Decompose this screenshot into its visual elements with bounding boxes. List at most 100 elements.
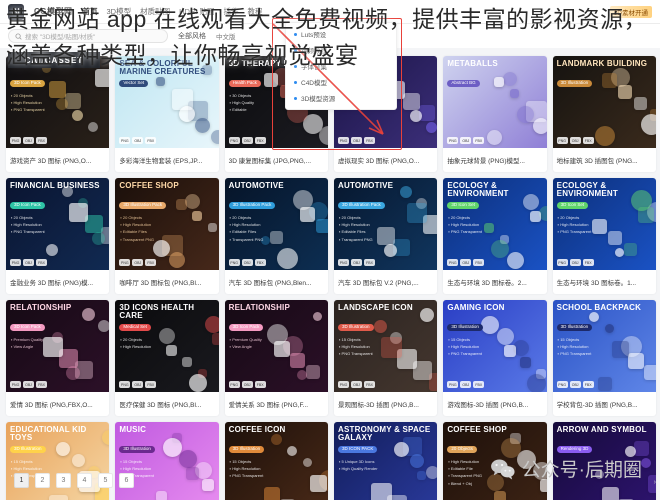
card-thumbnail[interactable]: COFFEE SHOP 3D Illustration Pack 20 Object… <box>115 178 219 270</box>
thumbnail-subtitle: 3D Illustration <box>556 80 593 87</box>
thumbnail-decoration <box>507 252 525 269</box>
card-caption[interactable]: 景观图标-3D 插图 (PNG,B... <box>334 392 437 416</box>
thumbnail-decoration <box>643 365 656 380</box>
card-caption[interactable]: 虚拟现实 3D 图标 (PNG,O... <box>334 148 437 172</box>
card-caption[interactable]: 游戏图标-3D 插图 (PNG,B... <box>443 392 546 416</box>
product-card[interactable]: Landscape Icon 3D Illustration 15 ObjectsH… <box>334 300 438 416</box>
thumbnail-feature-list: 5 Unique 3D IconsHigh Quality Render <box>339 458 378 472</box>
card-thumbnail[interactable]: ARROW AND SYMBOLRendering 3DPNGOBJFBX <box>552 422 656 500</box>
card-caption[interactable]: 医疗保健 3D 图标 (PNG,Bl... <box>115 392 218 416</box>
product-card[interactable]: FINANCIAL BUSINESS 3D Icon Pack 20 Objects… <box>6 178 110 294</box>
product-card[interactable]: Coffee Shop 20 Objects High ResolutionEdit… <box>443 422 547 500</box>
card-thumbnail[interactable]: METABALLS Abstract BG PNG OBJ FBX <box>443 56 547 148</box>
product-card[interactable]: AUTOMOTIVE 3D Illustration Pack 20 Objects… <box>224 178 328 294</box>
filter-label[interactable]: 全部风格 <box>178 31 206 41</box>
product-card[interactable]: Music 3D Illustration 15 ObjectsHigh Resol… <box>115 422 219 500</box>
page-button-3[interactable]: 3 <box>56 473 71 488</box>
card-caption[interactable]: 地标建筑 3D 插图包 (PNG... <box>553 148 656 172</box>
product-card[interactable]: Relationship 3D Icon Pack Premium QualityV… <box>6 300 110 416</box>
card-thumbnail[interactable]: Ecology & Environment 3D Icon Set 20 Objec… <box>443 178 547 270</box>
card-thumbnail[interactable]: School Backpack 3D Illustration 15 Objects… <box>552 300 656 392</box>
dropdown-item-0[interactable]: 视频教程 <box>286 42 396 58</box>
card-caption[interactable]: 金融业务 3D 图标 (PNG)模... <box>6 270 109 294</box>
card-caption[interactable]: 生态与环境 3D 图标卷。1... <box>553 270 656 294</box>
format-chip-group: PNG OBJ FBX <box>228 259 266 266</box>
dropdown-item-3[interactable]: 3D模型资源 <box>286 90 396 106</box>
card-thumbnail[interactable]: Gaming Icon 3D Illustration 15 ObjectsHigh… <box>443 300 547 392</box>
card-thumbnail[interactable]: Relationship 3D Icon Pack Premium QualityV… <box>224 300 328 392</box>
card-thumbnail[interactable]: Relationship 3D Icon Pack Premium QualityV… <box>6 300 110 392</box>
card-thumbnail[interactable]: Coffee Shop 20 Objects High ResolutionEdit… <box>443 422 547 500</box>
card-caption[interactable]: 咖啡厅 3D 图标包 (PNG,Bl... <box>115 270 218 294</box>
card-thumbnail[interactable]: Educational Kid Toys 3D Illustration 15 Ob… <box>6 422 110 500</box>
brand-logo-icon[interactable]: AI <box>8 3 24 20</box>
card-caption[interactable]: 爱情 3D 图标 (PNG,FBX,O... <box>6 392 109 416</box>
card-thumbnail[interactable]: Landscape Icon 3D Illustration 15 ObjectsH… <box>334 300 438 392</box>
nav-item-5[interactable]: 教程 <box>248 6 263 17</box>
card-thumbnail[interactable]: FINANCIAL BUSINESS 3D Icon Pack 20 Objects… <box>6 178 110 270</box>
format-chip: OBJ <box>241 381 253 388</box>
product-card[interactable]: Sea & Colorful Marine Creatures Vector Se… <box>115 56 219 172</box>
page-button-2[interactable]: 2 <box>35 473 50 488</box>
card-thumbnail[interactable]: Sea & Colorful Marine Creatures Vector Se… <box>115 56 219 148</box>
card-thumbnail[interactable]: GAME ASSETS3D Icon Pack20 ObjectsHigh Re… <box>6 56 110 148</box>
product-card[interactable]: AUTOMOTIVE 3D Illustration Pack 20 Objects… <box>334 178 438 294</box>
product-card[interactable]: METABALLS Abstract BG PNG OBJ FBX 抽象元球背景 (PNG… <box>443 56 547 172</box>
nav-item-1[interactable]: 3D模型 <box>107 6 132 17</box>
dropdown-item-1[interactable]: 字体合集 <box>286 58 396 74</box>
card-thumbnail[interactable]: AUTOMOTIVE 3D Illustration Pack 20 Objects… <box>224 178 328 270</box>
thumbnail-decoration <box>494 77 505 87</box>
card-caption[interactable]: 多彩海洋生物套装 (EPS,JP... <box>115 148 218 172</box>
thumbnail-decoration <box>533 118 547 134</box>
product-card[interactable]: LANDMARK BUILDING 3D Illustration PNG OBJ FB… <box>552 56 656 172</box>
nav-item-0[interactable]: 首页 <box>83 6 98 17</box>
card-caption[interactable]: 爱情关系 3D 图标 (PNG,F... <box>225 392 328 416</box>
product-card[interactable]: School Backpack 3D Illustration 15 Objects… <box>552 300 656 416</box>
card-thumbnail[interactable]: 3D ICONS Health Care Medical Set 20 Object… <box>115 300 219 392</box>
vip-badge[interactable]: 3D素材开通 <box>609 5 652 18</box>
product-card[interactable]: GAME ASSETS3D Icon Pack20 ObjectsHigh Re… <box>6 56 110 172</box>
search-box[interactable]: 搜索 "3D模型/贴图/材质" <box>8 29 168 43</box>
card-thumbnail[interactable]: ASTRONOMY & SPACE GALAXY 3D ICON PACK 5 Un… <box>334 422 438 500</box>
thumbnail-title: 3D ICONS Health Care <box>119 303 195 321</box>
search-input[interactable]: 搜索 "3D模型/贴图/材质" <box>25 31 95 41</box>
filter-chip[interactable]: 中文版 <box>216 31 236 41</box>
product-card[interactable]: 3D ICONS Health Care Medical Set 20 Object… <box>115 300 219 416</box>
card-caption[interactable]: 抽象元球背景 (PNG)模型... <box>443 148 546 172</box>
card-caption[interactable]: 3D 康复图标集 (JPG,PNG,... <box>225 148 328 172</box>
product-card[interactable]: Ecology & Environment 3D Icon Set 20 Objec… <box>552 178 656 294</box>
product-card[interactable]: COFFEE SHOP 3D Illustration Pack 20 Object… <box>115 178 219 294</box>
card-thumbnail[interactable]: AUTOMOTIVE 3D Illustration Pack 20 Objects… <box>334 178 438 270</box>
page-button-5[interactable]: 5 <box>98 473 113 488</box>
card-thumbnail[interactable]: LANDMARK BUILDING 3D Illustration PNG OBJ FB… <box>552 56 656 148</box>
dropdown-item-2[interactable]: C4D模型 <box>286 74 396 90</box>
product-card[interactable]: Gaming Icon 3D Illustration 15 ObjectsHigh… <box>443 300 547 416</box>
product-card[interactable]: Ecology & Environment 3D Icon Set 20 Objec… <box>443 178 547 294</box>
page-button-6[interactable]: 6 <box>119 473 134 488</box>
nav-item-2[interactable]: 材质贴图 <box>140 6 170 17</box>
thumbnail-title: ARROW AND SYMBOL <box>556 425 647 434</box>
product-card[interactable]: Educational Kid Toys 3D Illustration 15 Ob… <box>6 422 110 500</box>
card-caption[interactable]: 生态与环境 3D 图标卷。2... <box>443 270 546 294</box>
nav-item-3[interactable]: HDRI 贴图 <box>179 6 214 17</box>
card-caption[interactable]: 汽车 3D 图标包 V.2 (PNG,... <box>334 270 437 294</box>
card-thumbnail[interactable]: Coffee Icon 3D Illustration 15 ObjectsHigh… <box>224 422 328 500</box>
product-card[interactable]: ASTRONOMY & SPACE GALAXY 3D ICON PACK 5 Un… <box>334 422 438 500</box>
format-chip: PNG <box>338 137 349 144</box>
thumbnail-decoration <box>381 337 402 358</box>
product-card[interactable]: ARROW AND SYMBOLRendering 3DPNGOBJFBX箭头和… <box>552 422 656 500</box>
card-caption[interactable]: 游戏资产 3D 图标 (PNG,O... <box>6 148 109 172</box>
card-thumbnail[interactable]: Music 3D Illustration 15 ObjectsHigh Resol… <box>115 422 219 500</box>
card-caption[interactable]: 学校背包-3D 插图 (PNG,B... <box>553 392 656 416</box>
card-thumbnail[interactable]: Ecology & Environment 3D Icon Set 20 Objec… <box>552 178 656 270</box>
category-dropdown-menu[interactable]: Luts预设 视频教程 字体合集 C4D模型 3D模型资源 <box>285 22 397 110</box>
thumbnail-decoration <box>176 199 188 210</box>
product-card[interactable]: Relationship 3D Icon Pack Premium QualityV… <box>224 300 328 416</box>
nav-item-4[interactable]: 插件 <box>224 6 239 17</box>
brand-name[interactable]: CG模型网 <box>34 6 73 17</box>
page-button-1[interactable]: 1 <box>14 473 29 488</box>
thumbnail-decoration <box>69 203 88 222</box>
product-card[interactable]: Coffee Icon 3D Illustration 15 ObjectsHigh… <box>224 422 328 500</box>
card-caption[interactable]: 汽车 3D 图标包 (PNG,Blen... <box>225 270 328 294</box>
page-button-4[interactable]: 4 <box>77 473 92 488</box>
